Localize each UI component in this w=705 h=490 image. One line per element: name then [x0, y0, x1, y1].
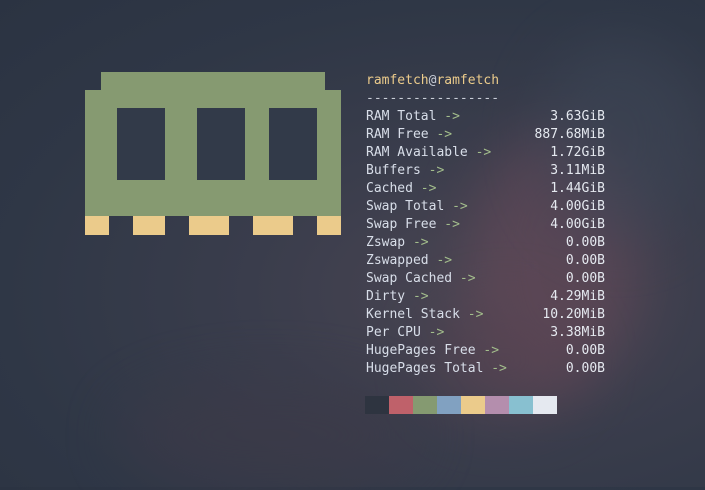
stat-label: Zswap	[366, 235, 406, 250]
arrow-indicator: ->	[459, 271, 476, 286]
stat-row: Zswap -> 0.00B	[366, 234, 616, 252]
arrow-indicator: ->	[412, 289, 429, 304]
ram-tab	[133, 198, 165, 216]
ram-tab	[253, 198, 293, 216]
stat-value: 0.00B	[565, 361, 605, 376]
stat-value: 4.29MiB	[550, 289, 605, 304]
user-host-title: ramfetch@ramfetch	[366, 72, 616, 90]
arrow-indicator: ->	[452, 199, 468, 214]
stat-value: 4.00GiB	[550, 217, 605, 232]
stat-row: Zswapped -> 0.00B	[366, 252, 616, 270]
stat-label: Swap Cached	[366, 271, 453, 286]
stat-row: Kernel Stack -> 10.20MiB	[366, 306, 616, 324]
arrow-indicator: ->	[444, 217, 460, 232]
arrow-indicator: ->	[467, 307, 484, 322]
stat-value: 0.00B	[565, 235, 605, 250]
ram-chip-cutout	[117, 108, 165, 180]
stat-label: Zswapped	[366, 253, 429, 268]
username: ramfetch	[366, 73, 429, 88]
color-swatch	[413, 396, 437, 414]
memory-stats-list: RAM Total -> 3.63GiB RAM Free -> 887.68MiB R…	[366, 108, 616, 378]
ram-chip-cutout	[197, 108, 245, 180]
arrow-indicator: ->	[475, 145, 492, 160]
stat-label: Buffers	[366, 163, 421, 178]
color-swatch	[389, 396, 413, 414]
stat-label: RAM Available	[366, 145, 468, 160]
stat-row: RAM Available -> 1.72GiB	[366, 144, 616, 162]
ram-contact	[85, 216, 109, 235]
stat-value: 1.44GiB	[550, 181, 605, 196]
stat-row: HugePages Free -> 0.00B	[366, 342, 616, 360]
stat-label: HugePages Total	[366, 361, 484, 376]
arrow-indicator: ->	[444, 109, 460, 124]
arrow-indicator: ->	[436, 253, 453, 268]
arrow-indicator: ->	[412, 235, 429, 250]
stat-value: 4.00GiB	[550, 199, 605, 214]
stat-row: RAM Total -> 3.63GiB	[366, 108, 616, 126]
stat-label: Kernel Stack	[366, 307, 460, 322]
ram-chip-cutout	[269, 108, 317, 180]
stat-label: Cached	[366, 181, 413, 196]
stat-value: 0.00B	[565, 271, 605, 286]
ram-contact	[133, 216, 165, 235]
arrow-indicator: ->	[420, 181, 437, 196]
ram-contact	[317, 216, 341, 235]
stat-label: HugePages Free	[366, 343, 476, 358]
stat-value: 10.20MiB	[542, 307, 605, 322]
stat-value: 3.38MiB	[550, 325, 605, 340]
ram-tab	[189, 198, 229, 216]
color-swatch	[485, 396, 509, 414]
arrow-indicator: ->	[491, 361, 507, 376]
stat-value: 1.72GiB	[550, 145, 605, 160]
stat-label: RAM Free	[366, 127, 429, 142]
stat-row: Per CPU -> 3.38MiB	[366, 324, 616, 342]
color-swatch	[365, 396, 389, 414]
color-swatch	[461, 396, 485, 414]
stat-row: Swap Cached -> 0.00B	[366, 270, 616, 288]
stat-row: Swap Free -> 4.00GiB	[366, 216, 616, 234]
stat-row: Cached -> 1.44GiB	[366, 180, 616, 198]
stat-row: Buffers -> 3.11MiB	[366, 162, 616, 180]
stat-value: 0.00B	[565, 343, 605, 358]
stat-value: 3.63GiB	[550, 109, 605, 124]
color-palette	[365, 396, 557, 414]
ram-module-icon	[85, 72, 341, 235]
stat-row: Swap Total -> 4.00GiB	[366, 198, 616, 216]
stat-label: Dirty	[366, 289, 406, 304]
stat-row: Dirty -> 4.29MiB	[366, 288, 616, 306]
ramfetch-output: ramfetch@ramfetch ----------------- RAM …	[366, 72, 616, 378]
color-swatch	[509, 396, 533, 414]
separator-line: -----------------	[366, 91, 500, 106]
arrow-indicator: ->	[436, 127, 453, 142]
stat-value: 887.68MiB	[534, 127, 605, 142]
ram-top-ridge	[101, 72, 325, 90]
color-swatch	[437, 396, 461, 414]
stat-label: Swap Total	[366, 199, 445, 214]
stat-label: Swap Free	[366, 217, 437, 232]
arrow-indicator: ->	[428, 163, 445, 178]
stat-label: Per CPU	[366, 325, 421, 340]
stat-value: 3.11MiB	[550, 163, 605, 178]
stat-row: HugePages Total -> 0.00B	[366, 360, 616, 378]
arrow-indicator: ->	[483, 343, 500, 358]
ram-contact	[189, 216, 229, 235]
ram-contact	[253, 216, 293, 235]
stat-label: RAM Total	[366, 109, 437, 124]
arrow-indicator: ->	[428, 325, 445, 340]
stat-row: RAM Free -> 887.68MiB	[366, 126, 616, 144]
stat-value: 0.00B	[565, 253, 605, 268]
color-swatch	[533, 396, 557, 414]
hostname: ramfetch	[436, 73, 500, 88]
